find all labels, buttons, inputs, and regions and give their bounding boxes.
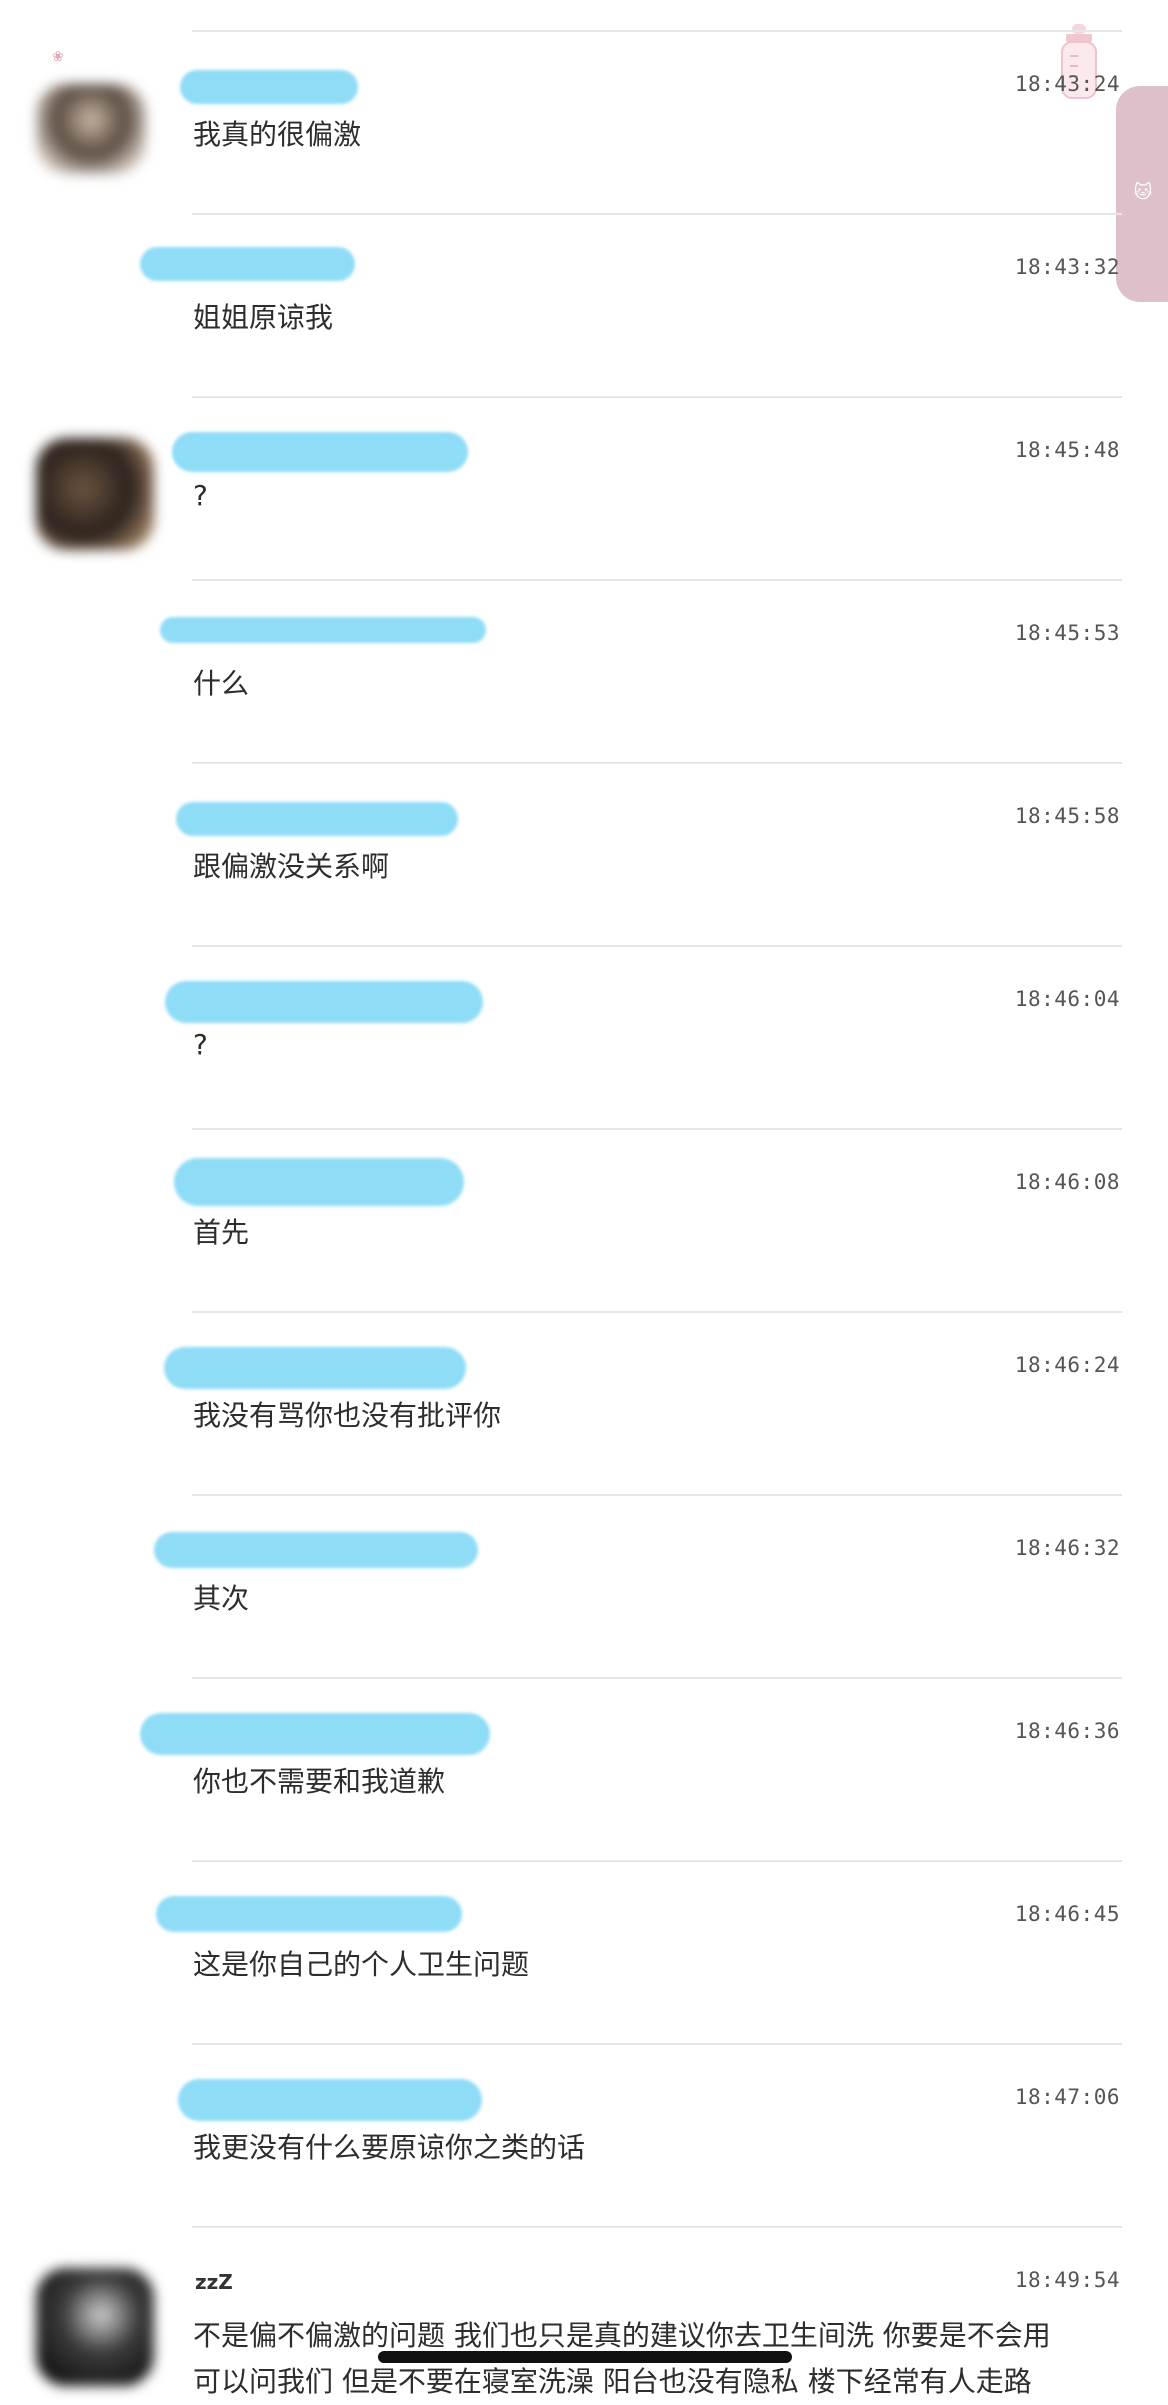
redacted-username — [180, 70, 358, 104]
message-time: 18:43:24 — [1014, 72, 1120, 96]
chat-message: 18:43:24 我真的很偏激 — [0, 30, 1168, 213]
home-indicator[interactable] — [378, 2351, 792, 2363]
message-text: 首先 — [193, 1216, 250, 1249]
redacted-username — [178, 2079, 482, 2121]
chat-message: 18:46:04 ? — [0, 945, 1168, 1128]
redacted-username — [176, 802, 458, 836]
message-time: 18:45:53 — [1014, 621, 1120, 645]
message-text: 跟偏激没关系啊 — [193, 850, 390, 883]
message-time: 18:46:24 — [1014, 1353, 1120, 1377]
message-time: 18:43:32 — [1014, 255, 1120, 279]
chat-message: 18:46:08 首先 — [0, 1128, 1168, 1311]
message-text: 什么 — [193, 667, 250, 700]
redacted-username — [160, 617, 486, 643]
chat-message: 18:45:58 跟偏激没关系啊 — [0, 762, 1168, 945]
message-time: 18:45:48 — [1014, 438, 1120, 462]
sender-name: zzZ — [195, 2270, 233, 2294]
redacted-username — [154, 1532, 478, 1568]
message-text: 我更没有什么要原谅你之类的话 — [193, 2131, 586, 2164]
message-text: ? — [193, 1028, 208, 1061]
message-time: 18:46:04 — [1014, 987, 1120, 1011]
redacted-username — [140, 247, 355, 281]
message-text: ? — [193, 479, 208, 512]
redacted-username — [156, 1896, 462, 1932]
message-text: 其次 — [193, 1582, 250, 1615]
message-time: 18:49:54 — [1014, 2268, 1120, 2292]
message-time: 18:46:45 — [1014, 1902, 1120, 1926]
redacted-username — [165, 981, 483, 1023]
message-text: 我真的很偏激 — [193, 118, 362, 151]
message-time: 18:45:58 — [1014, 804, 1120, 828]
redacted-username — [164, 1347, 466, 1389]
message-time: 18:46:36 — [1014, 1719, 1120, 1743]
message-text: 我没有骂你也没有批评你 — [193, 1399, 502, 1432]
chat-message: 18:46:36 你也不需要和我道歉 — [0, 1677, 1168, 1860]
message-text: 你也不需要和我道歉 — [193, 1765, 446, 1798]
redacted-username — [140, 1713, 490, 1755]
message-line: 可以问我们 但是不要在寝室洗澡 阳台也没有隐私 楼下经常有人走路 — [193, 2365, 1032, 2398]
chat-message: 18:43:32 姐姐原谅我 — [0, 213, 1168, 396]
chat-message: 18:46:32 其次 — [0, 1494, 1168, 1677]
chat-message: 18:45:53 什么 — [0, 579, 1168, 762]
message-time: 18:46:32 — [1014, 1536, 1120, 1560]
message-time: 18:47:06 — [1014, 2085, 1120, 2109]
redacted-username — [174, 1158, 464, 1206]
message-text: 姐姐原谅我 — [193, 301, 334, 334]
chat-message: 18:45:48 ? — [0, 396, 1168, 579]
message-text: 这是你自己的个人卫生问题 — [193, 1948, 530, 1981]
chat-message: 18:46:45 这是你自己的个人卫生问题 — [0, 1860, 1168, 2043]
redacted-username — [172, 432, 468, 472]
message-time: 18:46:08 — [1014, 1170, 1120, 1194]
chat-message: 18:46:24 我没有骂你也没有批评你 — [0, 1311, 1168, 1494]
chat-message: 18:47:06 我更没有什么要原谅你之类的话 — [0, 2043, 1168, 2226]
